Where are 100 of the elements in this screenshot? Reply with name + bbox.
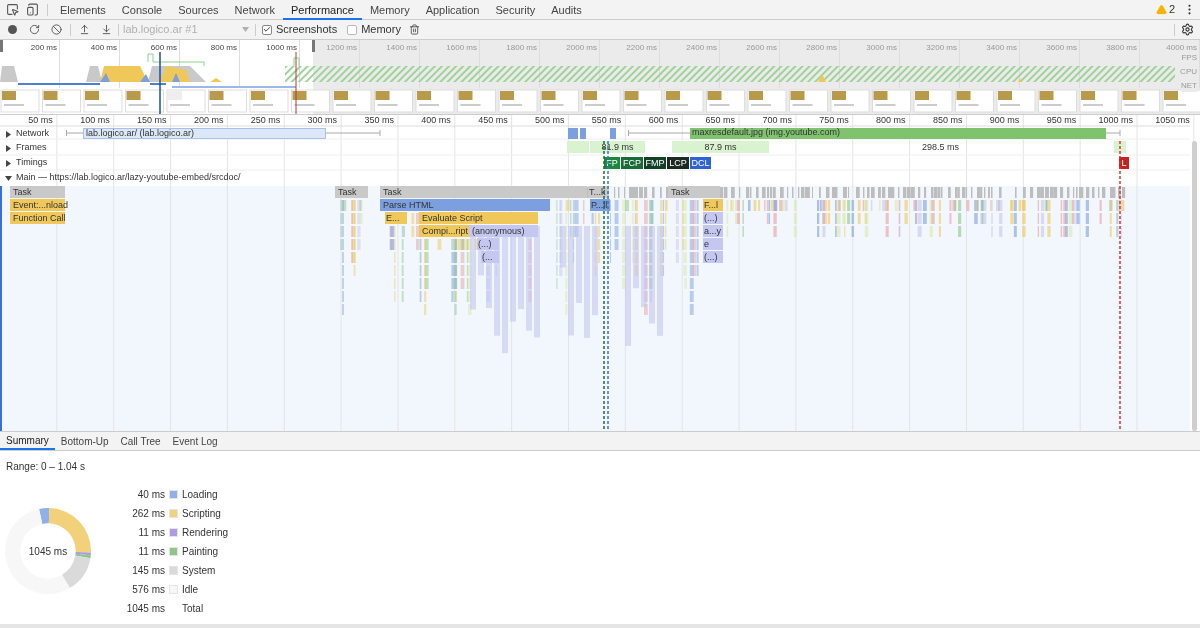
timing-marker[interactable]: FCP bbox=[621, 157, 643, 169]
screenshot-thumbnail[interactable] bbox=[623, 89, 662, 113]
screenshot-thumbnail[interactable] bbox=[789, 89, 828, 113]
timing-marker[interactable]: L bbox=[1119, 157, 1129, 169]
caret-icon[interactable] bbox=[5, 159, 12, 167]
overview-tick-label: 4000 ms bbox=[1165, 42, 1197, 54]
panel-tab[interactable]: Elements bbox=[52, 0, 114, 20]
timeline-tick-label: 500 ms bbox=[534, 115, 565, 126]
screenshot-thumbnail[interactable] bbox=[498, 89, 538, 113]
panel-tab[interactable]: Security bbox=[487, 0, 544, 20]
flame-chart-entry[interactable]: F...l bbox=[703, 199, 723, 211]
panel-tab[interactable]: Console bbox=[113, 0, 171, 20]
clear-icon[interactable] bbox=[51, 24, 62, 35]
details-tab[interactable]: Call Tree bbox=[114, 432, 167, 450]
screenshot-thumbnail[interactable] bbox=[1038, 89, 1077, 113]
selection-handle[interactable] bbox=[0, 40, 3, 52]
flame-chart-entry[interactable]: e bbox=[703, 238, 723, 250]
network-request-bar[interactable]: lab.logico.ar/ (lab.logico.ar) bbox=[83, 128, 326, 139]
screenshot-thumbnail[interactable] bbox=[374, 89, 413, 113]
screenshot-thumbnail[interactable] bbox=[457, 89, 496, 113]
fps-line bbox=[293, 57, 300, 67]
screenshot-thumbnail[interactable] bbox=[1162, 89, 1200, 113]
screenshot-thumbnail[interactable] bbox=[913, 89, 953, 113]
screenshot-thumbnail[interactable] bbox=[1079, 89, 1119, 113]
screenshot-thumbnail[interactable] bbox=[872, 89, 911, 113]
screenshot-thumbnail[interactable] bbox=[249, 89, 289, 113]
screenshot-thumbnail[interactable] bbox=[166, 89, 206, 113]
timing-marker[interactable]: FMP bbox=[644, 157, 666, 169]
caret-icon[interactable] bbox=[5, 130, 12, 138]
screenshot-thumbnail[interactable] bbox=[664, 89, 704, 113]
screenshot-thumbnail[interactable] bbox=[42, 89, 81, 113]
flame-chart-entry[interactable]: a...y bbox=[703, 225, 723, 237]
details-tab[interactable]: Event Log bbox=[166, 432, 224, 450]
checkbox[interactable] bbox=[347, 24, 358, 35]
legend-label: Total bbox=[182, 602, 204, 616]
overview-tick-label: 2200 ms bbox=[625, 42, 657, 54]
panel-tab[interactable]: Memory bbox=[361, 0, 418, 20]
screenshot-thumbnail[interactable] bbox=[830, 89, 870, 113]
screenshot-thumbnail[interactable] bbox=[540, 89, 579, 113]
flame-chart-entry[interactable]: Compi...ript bbox=[419, 225, 469, 237]
flame-chart-entry[interactable]: Task bbox=[668, 186, 720, 198]
download-icon[interactable] bbox=[101, 24, 112, 35]
flame-chart-entry[interactable]: Task bbox=[335, 186, 368, 198]
checkbox[interactable] bbox=[262, 24, 272, 35]
screenshot-thumbnail[interactable] bbox=[415, 89, 455, 113]
selection-handle[interactable] bbox=[312, 40, 315, 52]
screenshot-thumbnail[interactable] bbox=[83, 89, 123, 113]
screenshot-thumbnail[interactable] bbox=[332, 89, 372, 113]
flame-chart-entry[interactable]: Evaluate Script bbox=[419, 212, 538, 224]
flame-chart-entry[interactable]: (...) bbox=[703, 251, 723, 263]
screenshot-thumbnail[interactable] bbox=[747, 89, 787, 113]
screenshot-thumbnail[interactable] bbox=[581, 89, 621, 113]
screenshot-thumbnail[interactable] bbox=[291, 89, 330, 113]
settings-icon[interactable] bbox=[1181, 23, 1194, 36]
timeline-tick-label: 900 ms bbox=[988, 115, 1020, 126]
scrollbar[interactable] bbox=[1192, 141, 1197, 431]
track-label[interactable]: Main — https://lab.logico.ar/lazy-youtube-embed/srcdoc/ bbox=[16, 171, 241, 185]
timing-marker[interactable]: LCP bbox=[667, 157, 689, 169]
frame-bar[interactable]: 298.5 ms bbox=[770, 141, 1112, 153]
flame-chart-entry[interactable]: (...) bbox=[703, 212, 723, 224]
details-tab[interactable]: Summary bbox=[0, 432, 55, 450]
flame-chart-entry[interactable]: E... bbox=[385, 212, 407, 224]
flame-chart-entry[interactable]: Function Call bbox=[10, 212, 65, 224]
flame-chart-entry[interactable]: Parse HTML bbox=[380, 199, 550, 211]
upload-icon[interactable] bbox=[79, 24, 90, 35]
timeline-tick-label: 50 ms bbox=[27, 115, 53, 126]
flame-chart-entry[interactable]: Task bbox=[380, 186, 587, 198]
panel-tab[interactable]: Audits bbox=[543, 0, 590, 20]
track-label[interactable]: Network bbox=[16, 127, 49, 141]
screenshot-thumbnail[interactable] bbox=[1121, 89, 1160, 113]
screenshot-thumbnail[interactable] bbox=[996, 89, 1036, 113]
flame-chart-entry[interactable]: (...) bbox=[477, 238, 499, 250]
record-icon[interactable] bbox=[8, 25, 17, 34]
timeline-tick-label: 300 ms bbox=[306, 115, 338, 126]
caret-icon[interactable] bbox=[5, 144, 12, 152]
device-toolbar-icon[interactable] bbox=[26, 3, 39, 16]
panel-tab[interactable]: Network bbox=[226, 0, 283, 20]
caret-icon[interactable] bbox=[5, 174, 12, 182]
flame-chart-entry[interactable]: (... bbox=[481, 251, 499, 263]
details-tab[interactable]: Bottom-Up bbox=[54, 432, 115, 450]
trash-icon[interactable] bbox=[408, 24, 420, 35]
track-label[interactable]: Timings bbox=[16, 156, 48, 170]
flame-chart-entry[interactable]: Task bbox=[10, 186, 65, 198]
screenshot-thumbnail[interactable] bbox=[706, 89, 745, 113]
frame-bar[interactable]: 87.9 ms bbox=[672, 141, 770, 153]
screenshot-thumbnail[interactable] bbox=[0, 89, 40, 113]
inspect-icon[interactable] bbox=[6, 3, 19, 16]
reload-icon[interactable] bbox=[29, 24, 40, 35]
track-label[interactable]: Frames bbox=[16, 141, 47, 155]
timeline-tick-label: 1000 ms bbox=[1097, 115, 1133, 126]
screenshot-thumbnail[interactable] bbox=[208, 89, 247, 113]
panel-tab[interactable]: Application bbox=[417, 0, 488, 20]
frame-bar[interactable]: 81.9 ms bbox=[590, 141, 646, 153]
panel-tab[interactable]: Sources bbox=[170, 0, 227, 20]
timing-marker[interactable]: DCL bbox=[690, 157, 711, 169]
warning-icon[interactable] bbox=[1155, 4, 1167, 15]
flame-chart-entry[interactable]: (anonymous) bbox=[469, 225, 538, 237]
screenshot-thumbnail[interactable] bbox=[125, 89, 164, 113]
screenshot-thumbnail[interactable] bbox=[955, 89, 994, 113]
network-request-bar[interactable]: maxresdefault.jpg (img.youtube.com) bbox=[690, 128, 1106, 139]
